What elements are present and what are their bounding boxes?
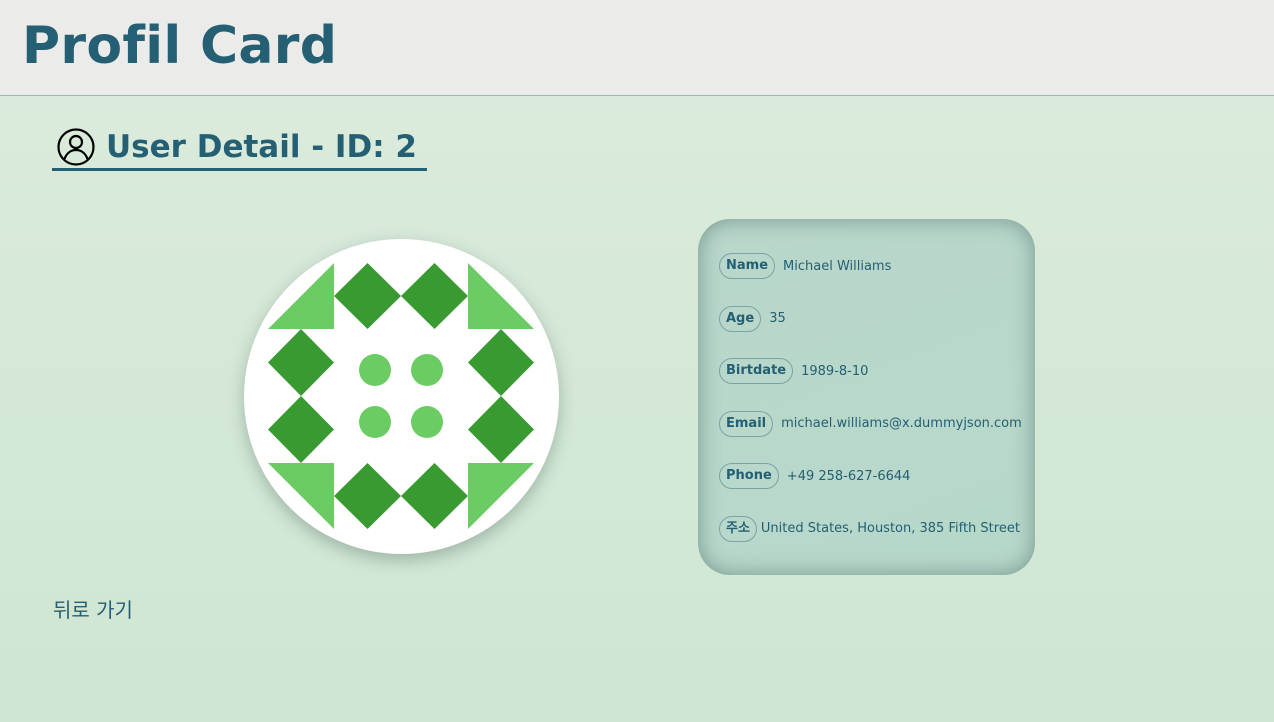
field-label: Name — [719, 253, 776, 279]
field-row-email: Email michael.williams@x.dummyjson.com — [719, 410, 1035, 438]
field-value: Michael Williams — [783, 258, 892, 274]
field-label: Email — [719, 410, 774, 437]
field-label: Phone — [719, 463, 779, 489]
user-circle-icon — [56, 127, 96, 167]
field-row-address: 주소 United States, Houston, 385 Fifth Str… — [719, 515, 1035, 543]
app-title: Profil Card — [22, 16, 338, 76]
field-row-birthdate: Birtdate 1989-8-10 — [719, 357, 1035, 385]
back-link[interactable]: 뒤로 가기 — [53, 594, 133, 623]
avatar — [244, 239, 559, 554]
field-row-age: Age 35 — [719, 305, 1035, 333]
field-row-phone: Phone +49 258-627-6644 — [719, 462, 1035, 490]
field-value: United States, Houston, 385 Fifth Street — [760, 521, 1020, 536]
section-title: User Detail - ID: 2 — [106, 129, 417, 165]
field-value: 35 — [769, 311, 786, 326]
field-value: +49 258-627-6644 — [786, 468, 911, 484]
identicon-avatar-icon — [268, 263, 534, 529]
field-label: Age — [719, 305, 762, 332]
field-value: michael.williams@x.dummyjson.com — [781, 416, 1022, 431]
field-label: 주소 — [719, 515, 757, 542]
field-value: 1989-8-10 — [801, 363, 869, 379]
page-header: Profil Card — [0, 0, 1274, 96]
field-label: Birtdate — [719, 358, 794, 384]
field-row-name: Name Michael Williams — [719, 252, 1035, 280]
section-heading: User Detail - ID: 2 — [52, 126, 427, 171]
profile-info-card: Name Michael Williams Age 35 Birtdate 19… — [698, 219, 1035, 575]
